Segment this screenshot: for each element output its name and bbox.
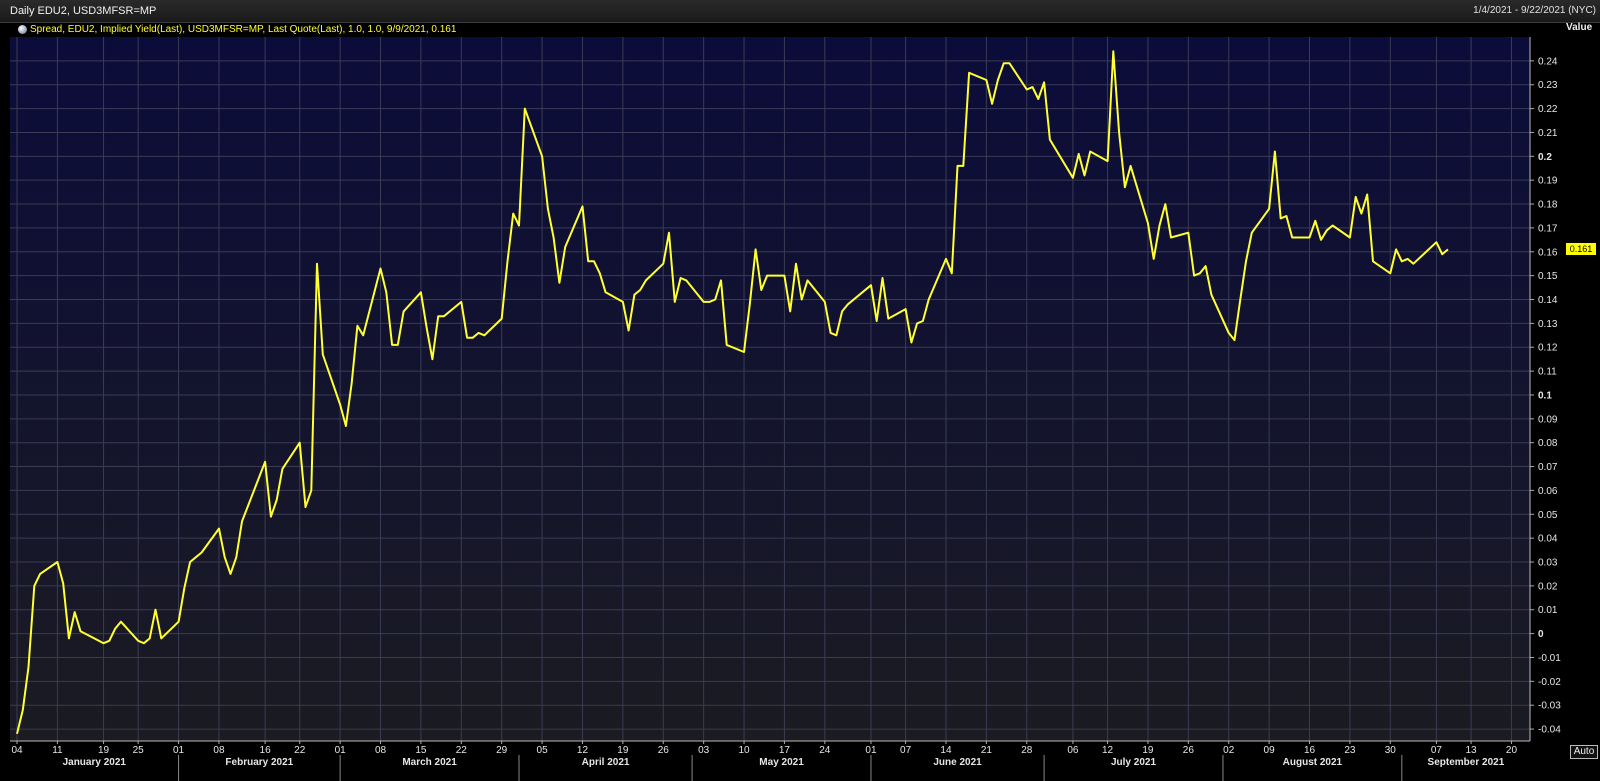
y-tick-label: 0.02: [1538, 581, 1558, 592]
x-tick-label: 14: [940, 745, 952, 756]
x-tick-label: 29: [496, 745, 508, 756]
x-tick-label: 19: [617, 745, 629, 756]
y-tick-label: 0.19: [1538, 176, 1558, 187]
y-tick-label: 0.06: [1538, 486, 1558, 497]
y-tick-label: 0.16: [1538, 247, 1558, 258]
x-axis: 04 11 19 25 01 08 16 22 01 08 15 22 29 05 12 19 26 03 10 17…: [10, 740, 1530, 781]
legend[interactable]: Spread, EDU2, Implied Yield(Last), USD3M…: [18, 22, 456, 36]
y-tick-label: 0.17: [1538, 223, 1558, 234]
x-tick-label: 23: [1344, 745, 1356, 756]
x-tick-label: 08: [375, 745, 387, 756]
x-tick-label: 08: [213, 745, 225, 756]
month-label: April 2021: [582, 757, 630, 768]
month-label: August 2021: [1283, 757, 1343, 768]
x-tick-label: 19: [98, 745, 110, 756]
x-tick-label: 26: [658, 745, 670, 756]
x-tick-label: 09: [1264, 745, 1276, 756]
x-tick-label: 10: [738, 745, 750, 756]
x-tick-label: 12: [1102, 745, 1114, 756]
y-tick-label: -0.03: [1538, 701, 1561, 712]
x-tick-label: 02: [1223, 745, 1235, 756]
month-label: September 2021: [1428, 757, 1505, 768]
line-chart[interactable]: 04 11 19 25 01 08 16 22 01 08 15 22 29 05 12 19 26 03 10 17…: [0, 0, 1600, 781]
y-tick-label: 0.14: [1538, 295, 1558, 306]
y-tick-label: 0.22: [1538, 104, 1558, 115]
x-tick-label: 11: [52, 745, 63, 756]
x-tick-label: 25: [133, 745, 145, 756]
y-tick-label: 0.09: [1538, 414, 1558, 425]
month-label: January 2021: [63, 757, 127, 768]
x-tick-label: 19: [1142, 745, 1154, 756]
x-tick-label: 22: [456, 745, 468, 756]
y-tick-label: 0.23: [1538, 80, 1558, 91]
month-label: March 2021: [402, 757, 457, 768]
y-tick-label: 0.12: [1538, 343, 1558, 354]
y-tick-label: 0.13: [1538, 319, 1558, 330]
y-tick-label: -0.04: [1538, 725, 1561, 736]
x-tick-label: 21: [981, 745, 993, 756]
y-tick-label: 0.05: [1538, 510, 1558, 521]
y-tick-label: 0.11: [1538, 367, 1557, 378]
y-tick-label: 0.15: [1538, 271, 1558, 282]
y-tick-label: -0.01: [1538, 653, 1561, 664]
x-tick-label: 06: [1067, 745, 1079, 756]
y-tick-label: 0.18: [1538, 200, 1558, 211]
y-tick-label: 0: [1538, 629, 1544, 640]
x-tick-label: 04: [11, 745, 23, 756]
x-tick-label: 01: [865, 745, 877, 756]
y-tick-label: 0.21: [1538, 128, 1558, 139]
plot-area: [10, 37, 1530, 741]
x-tick-label: 12: [577, 745, 589, 756]
y-tick-label: -0.02: [1538, 677, 1561, 688]
y-tick-label: 0.03: [1538, 558, 1558, 569]
y-tick-label: 0.1: [1538, 390, 1552, 401]
y-axis-header: Value: [1566, 22, 1593, 33]
chart-window: Daily EDU2, USD3MFSR=MP 1/4/2021 - 9/22/…: [0, 0, 1600, 781]
auto-scale-button[interactable]: Auto: [1570, 745, 1598, 759]
y-tick-label: 0.2: [1538, 152, 1552, 163]
x-tick-label: 28: [1021, 745, 1033, 756]
x-tick-label: 26: [1183, 745, 1195, 756]
x-tick-label: 01: [335, 745, 347, 756]
x-tick-label: 01: [173, 745, 185, 756]
x-tick-label: 03: [698, 745, 710, 756]
x-tick-label: 16: [260, 745, 272, 756]
y-tick-label: 0.24: [1538, 56, 1558, 67]
month-label: May 2021: [759, 757, 804, 768]
x-tick-label: 07: [900, 745, 912, 756]
last-value-badge: 0.161: [1566, 243, 1596, 256]
y-axis: 0.24 0.23 0.22 0.21 0.2 0.19 0.18 0.17 0.16 0.15 0…: [1529, 37, 1561, 741]
x-tick-label: 15: [415, 745, 427, 756]
x-tick-label: 13: [1466, 745, 1478, 756]
y-tick-label: 0.08: [1538, 438, 1558, 449]
globe-icon: [18, 24, 27, 34]
month-label: July 2021: [1111, 757, 1156, 768]
x-tick-label: 16: [1304, 745, 1316, 756]
y-tick-label: 0.01: [1538, 605, 1558, 616]
x-tick-label: 20: [1506, 745, 1518, 756]
legend-text: Spread, EDU2, Implied Yield(Last), USD3M…: [30, 23, 457, 35]
y-tick-label: 0.07: [1538, 462, 1558, 473]
x-tick-label: 17: [779, 745, 791, 756]
month-label: February 2021: [225, 757, 293, 768]
x-tick-label: 05: [537, 745, 549, 756]
y-tick-label: 0.04: [1538, 534, 1558, 545]
x-tick-label: 07: [1431, 745, 1443, 756]
month-label: June 2021: [933, 757, 982, 768]
x-tick-label: 22: [294, 745, 306, 756]
x-tick-label: 30: [1385, 745, 1397, 756]
x-tick-label: 24: [819, 745, 831, 756]
